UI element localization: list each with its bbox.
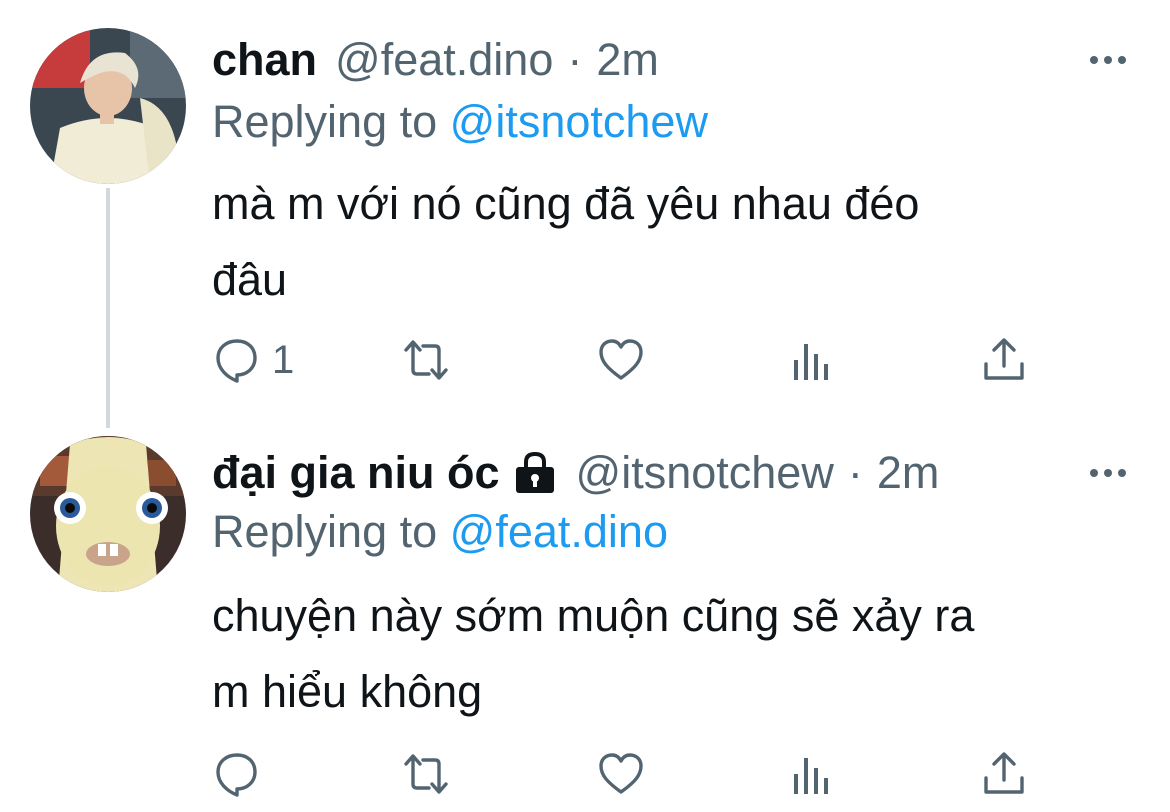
- tweet-text: chuyện này sớm muộn cũng sẽ xảy ra m hiể…: [212, 578, 1132, 730]
- separator: ·: [567, 34, 583, 85]
- like-button[interactable]: [597, 746, 645, 802]
- tweet[interactable]: đại gia niu óc @itsnotchew · 2m Replying…: [0, 410, 1170, 812]
- tweet-actions: 1: [212, 332, 1042, 388]
- tweet-text-line: mà m với nó cũng đã yêu nhau đéo: [212, 178, 920, 229]
- tweet-header: đại gia niu óc @itsnotchew · 2m: [212, 441, 1130, 505]
- more-icon[interactable]: [1086, 46, 1130, 74]
- timestamp[interactable]: 2m: [877, 441, 940, 505]
- reply-icon: [216, 753, 257, 797]
- reply-button[interactable]: [212, 746, 272, 802]
- reply-button[interactable]: 1: [212, 332, 294, 388]
- avatar-image: [30, 436, 186, 592]
- tweet-text: mà m với nó cũng đã yêu nhau đéo đâu: [212, 166, 1132, 318]
- tweet[interactable]: chan @feat.dino · 2m Replying to @itsnot…: [0, 0, 1170, 428]
- avatar-image: [30, 28, 186, 184]
- retweet-icon: [404, 754, 448, 794]
- share-icon: [984, 338, 1024, 380]
- avatar[interactable]: [30, 436, 186, 592]
- replying-to-link[interactable]: @feat.dino: [450, 506, 668, 557]
- replying-label: Replying to: [212, 96, 438, 147]
- tweet-text-line: chuyện này sớm muộn cũng sẽ xảy ra: [212, 590, 975, 641]
- user-handle[interactable]: @feat.dino: [335, 28, 553, 92]
- retweet-icon: [404, 340, 448, 380]
- share-button[interactable]: [980, 746, 1028, 802]
- stats-icon: [794, 344, 828, 380]
- heart-icon: [599, 753, 643, 794]
- reply-icon: [216, 339, 257, 383]
- like-button[interactable]: [597, 332, 645, 388]
- lock-icon: [515, 451, 554, 493]
- tweet-text-line: đâu: [212, 254, 288, 305]
- timestamp[interactable]: 2m: [596, 28, 659, 92]
- replying-to-link[interactable]: @itsnotchew: [450, 96, 708, 147]
- display-name[interactable]: chan: [212, 28, 317, 92]
- replying-to: Replying to @itsnotchew: [212, 92, 708, 152]
- retweet-button[interactable]: [402, 332, 450, 388]
- tweet-header: chan @feat.dino · 2m: [212, 28, 1130, 92]
- stats-icon: [794, 758, 828, 794]
- share-button[interactable]: [980, 332, 1028, 388]
- share-icon: [984, 752, 1024, 794]
- more-icon[interactable]: [1086, 459, 1130, 487]
- tweet-text-line: m hiểu không: [212, 666, 483, 717]
- stats-button[interactable]: [788, 746, 836, 802]
- tweet-actions: [212, 746, 1042, 802]
- reply-count: 1: [272, 337, 295, 382]
- avatar[interactable]: [30, 28, 186, 184]
- replying-label: Replying to: [212, 506, 438, 557]
- heart-icon: [599, 339, 643, 380]
- replying-to: Replying to @feat.dino: [212, 502, 668, 562]
- stats-button[interactable]: [788, 332, 836, 388]
- display-name[interactable]: đại gia niu óc: [212, 441, 500, 505]
- thread-line: [106, 188, 110, 428]
- retweet-button[interactable]: [402, 746, 450, 802]
- separator: ·: [847, 447, 863, 498]
- user-handle[interactable]: @itsnotchew: [576, 441, 834, 505]
